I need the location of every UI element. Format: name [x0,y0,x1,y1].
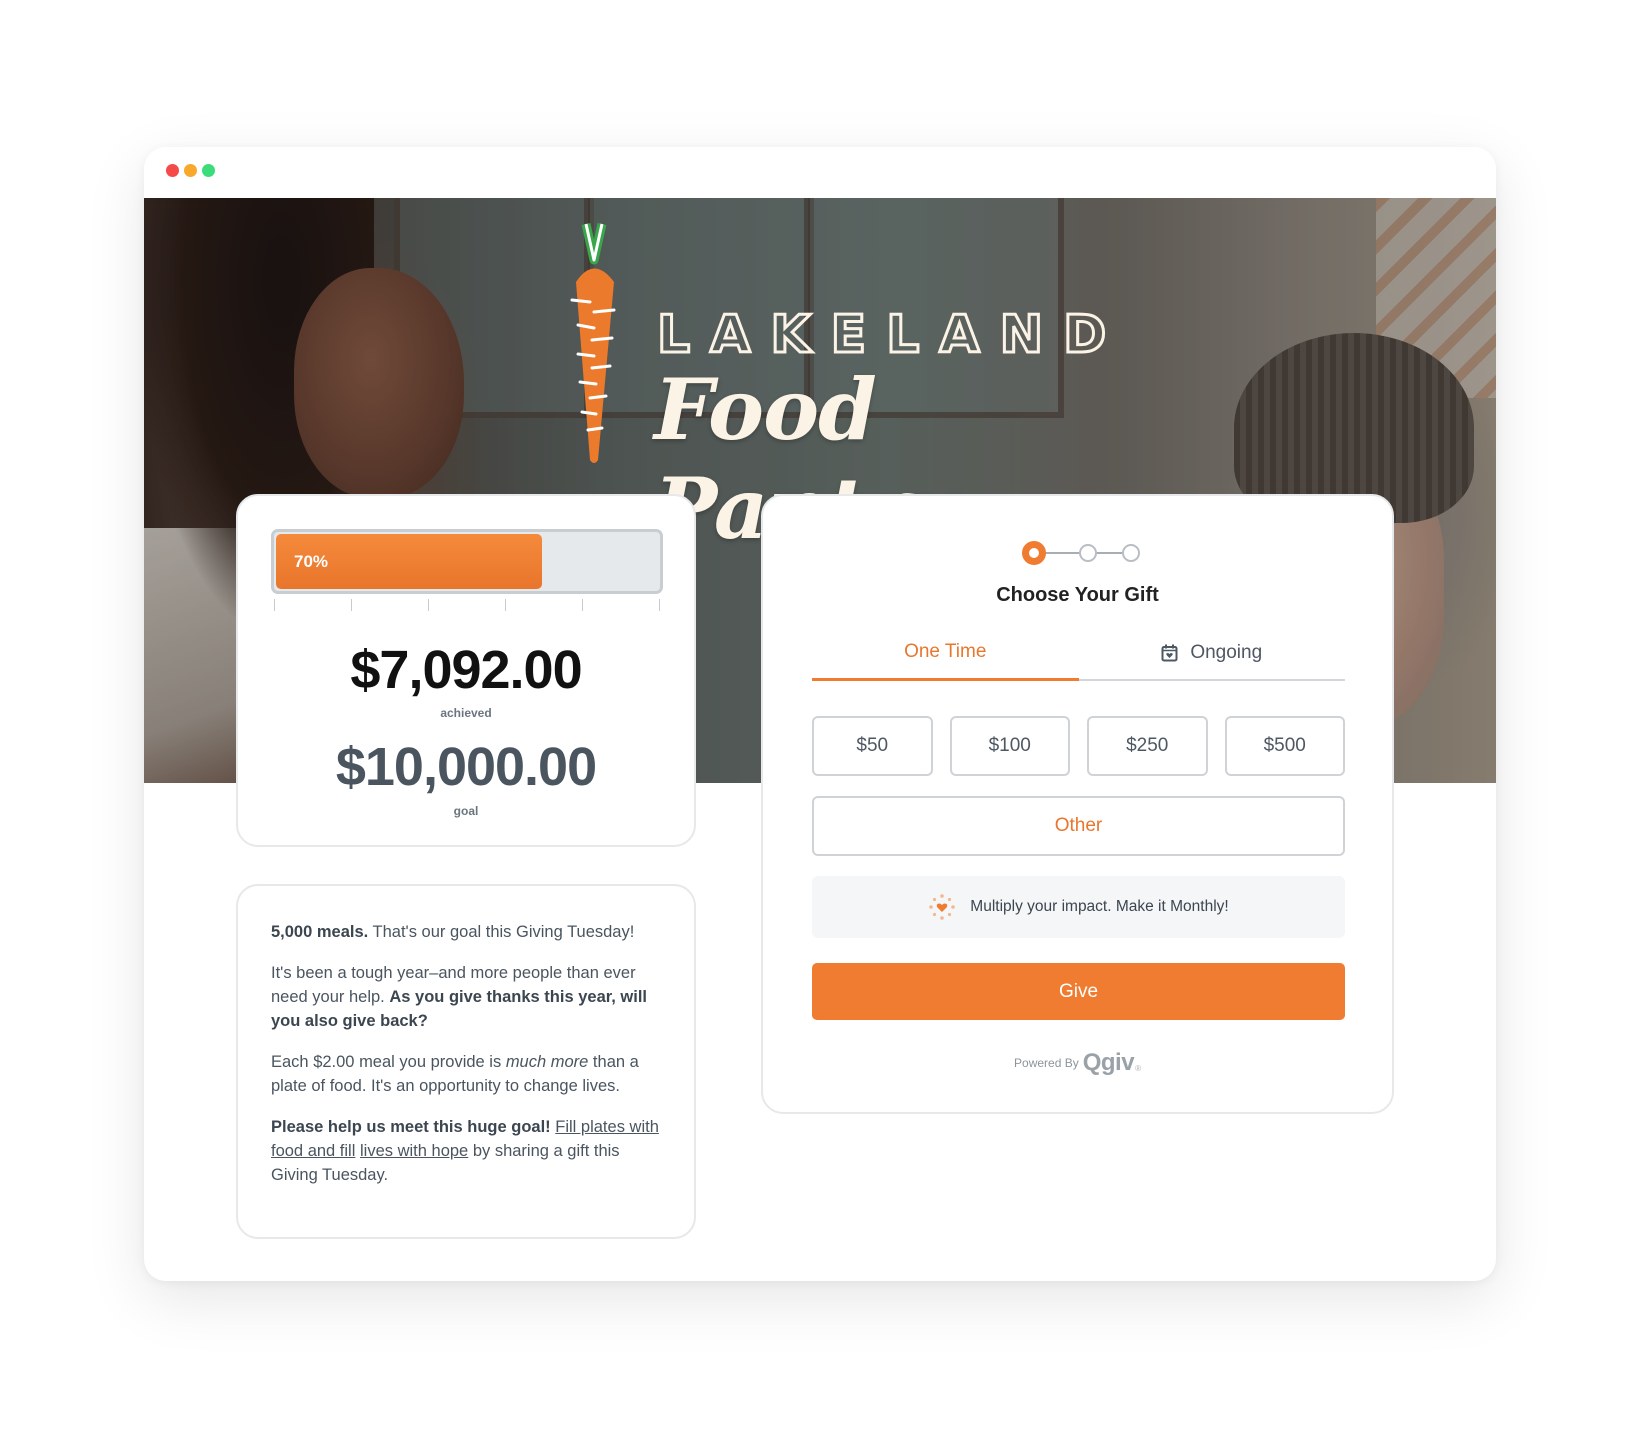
progress-tick [428,599,429,611]
powered-by-text: Powered By [1014,1056,1079,1070]
tab-label: One Time [904,641,987,662]
progress-tick [505,599,506,611]
amount-button-50[interactable]: $50 [812,716,933,776]
description-italic-text: much more [505,1053,589,1071]
registered-mark: ® [1135,1063,1141,1073]
campaign-progress-card: 70% $7,092.00 achieved $10,000.00 goal [236,494,696,847]
form-title: Choose Your Gift [996,584,1159,606]
give-button[interactable]: Give [812,963,1345,1020]
calendar-heart-icon [1161,644,1178,661]
make-it-monthly-banner[interactable]: Multiply your impact. Make it Monthly! [812,876,1345,938]
tab-ongoing[interactable]: Ongoing [1079,626,1346,679]
organization-logo: LAKELAND Food Pantry [564,220,1127,558]
progress-bar: 70% [271,529,663,594]
monthly-prompt-text: Multiply your impact. Make it Monthly! [970,898,1229,915]
carrot-icon [570,223,616,463]
logo-lakeland-text: LAKELAND [655,304,1127,367]
goal-label: goal [453,804,479,818]
description-text: That's our goal this Giving Tuesday! [368,923,635,941]
progress-tick [659,599,660,611]
maximize-window-button[interactable] [202,164,215,177]
description-paragraph: Please help us meet this huge goal! Fill… [271,1115,662,1187]
frequency-tabs: One Time Ongoing [812,626,1345,681]
progress-percent-label: 70% [294,552,329,571]
achieved-amount: $7,092.00 [350,640,582,700]
description-paragraph: Each $2.00 meal you provide is much more… [271,1050,662,1098]
powered-by: Powered By Qgiv ® [763,1049,1392,1077]
progress-ticks [274,599,660,613]
description-text: Each $2.00 meal you provide is [271,1053,506,1071]
progress-tick [351,599,352,611]
title-bar [144,147,1496,198]
tab-label: Ongoing [1190,641,1263,663]
lives-with-hope-link[interactable]: lives with hope [360,1142,468,1160]
description-paragraph: 5,000 meals. That's our goal this Giving… [271,920,662,944]
campaign-description-card: 5,000 meals. That's our goal this Giving… [236,884,696,1239]
progress-tick [274,599,275,611]
form-step-indicator [1022,541,1140,565]
minimize-window-button[interactable] [184,164,197,177]
amount-options: $50 $100 $250 $500 [812,716,1345,776]
browser-window: LAKELAND Food Pantry 70% $7,092.00 achie… [144,147,1496,1281]
donation-form-card: Choose Your Gift One Time Ongoing $50 $1… [761,494,1394,1114]
step-2 [1079,544,1097,562]
progress-bar-fill: 70% [276,534,543,589]
step-connector [1044,552,1080,554]
tab-one-time[interactable]: One Time [812,626,1079,681]
description-paragraph: It's been a tough year–and more people t… [271,961,662,1033]
other-amount-button[interactable]: Other [812,796,1345,856]
amount-button-500[interactable]: $500 [1224,716,1345,776]
description-bold-text: 5,000 meals. [271,923,369,941]
amount-button-250[interactable]: $250 [1087,716,1208,776]
description-bold-text: Please help us meet this huge goal! [271,1118,551,1136]
progress-tick [582,599,583,611]
amount-button-100[interactable]: $100 [949,716,1070,776]
qgiv-logo[interactable]: Qgiv [1083,1049,1135,1077]
step-3 [1122,544,1140,562]
step-1-active [1022,541,1046,565]
close-window-button[interactable] [166,164,179,177]
achieved-label: achieved [440,706,492,720]
heart-burst-icon [929,894,956,920]
goal-amount: $10,000.00 [335,737,597,797]
